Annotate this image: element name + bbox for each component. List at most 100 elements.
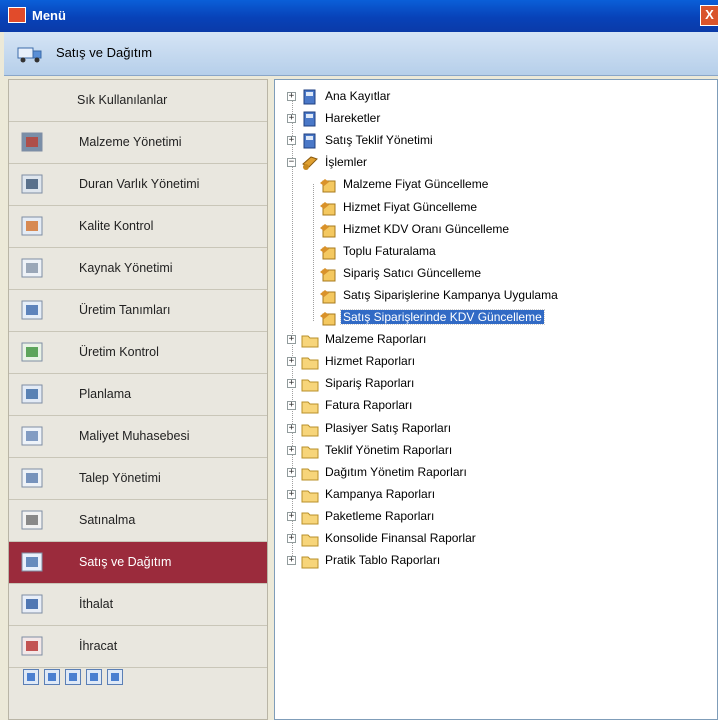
tree-node-label: Malzeme Raporları — [325, 332, 427, 347]
fixed-asset-icon — [21, 174, 43, 194]
expand-icon[interactable]: + — [287, 467, 296, 477]
truck-icon — [21, 552, 43, 572]
tree-node-label: Hizmet KDV Oranı Güncelleme — [343, 221, 510, 236]
sidebar-item[interactable]: Üretim Tanımları — [9, 290, 267, 332]
tree-node-label: Hizmet Fiyat Güncelleme — [343, 199, 478, 214]
sidebar-item-label: Malzeme Yönetimi — [79, 135, 182, 149]
sidebar-item-label: Satınalma — [79, 513, 136, 527]
sidebar-item[interactable]: Maliyet Muhasebesi — [9, 416, 267, 458]
book-icon — [301, 133, 319, 149]
process-item-icon — [319, 177, 337, 193]
quality-icon — [21, 216, 43, 236]
process-icon — [301, 155, 319, 171]
process-item-icon — [319, 266, 337, 282]
module-title: Satış ve Dağıtım — [56, 45, 153, 60]
sidebar-item[interactable]: Satınalma — [9, 500, 267, 542]
cost-accounting-icon — [21, 426, 43, 446]
folder-icon — [301, 487, 319, 503]
expand-icon[interactable]: + — [287, 423, 296, 433]
module-header: Satış ve Dağıtım — [4, 32, 718, 76]
process-item-icon — [319, 310, 337, 326]
truck-icon — [21, 552, 43, 572]
tree-node-label: Konsolide Finansal Raporlar — [325, 531, 476, 545]
folder-icon — [301, 443, 319, 459]
app-menu-icon — [8, 7, 26, 23]
expand-icon[interactable]: + — [287, 534, 296, 543]
expand-icon[interactable]: + — [287, 335, 296, 345]
sidebar-item-label: Kalite Kontrol — [79, 219, 154, 233]
process-item-icon — [319, 200, 337, 216]
quality-icon — [21, 216, 43, 236]
planning-icon — [21, 384, 43, 404]
menu-tree: + Ana Kayıtlar + Hareketler + Satış Teklif Yö… — [274, 79, 718, 720]
demand-icon — [21, 468, 43, 488]
tree-node-label: Pratik Tablo Raporları — [325, 553, 441, 568]
expand-icon[interactable]: + — [287, 114, 296, 124]
sidebar-item[interactable]: Planlama — [9, 374, 267, 416]
expand-icon[interactable]: + — [287, 401, 296, 411]
sidebar-item[interactable]: Malzeme Yönetimi — [9, 122, 267, 164]
expand-icon[interactable]: + — [287, 556, 296, 566]
tree-node-label: Satış Siparişlerine Kampanya Uygulama — [343, 287, 558, 302]
sidebar-item-label: Satış ve Dağıtım — [79, 555, 172, 569]
tree-guide-line — [313, 184, 314, 321]
process-item-icon — [319, 288, 337, 304]
truck-icon — [17, 47, 42, 63]
demand-icon — [21, 468, 43, 488]
sidebar-shortcut-icon-2[interactable] — [44, 669, 60, 685]
sidebar-shortcut-icon-4[interactable] — [86, 669, 102, 685]
sidebar-shortcut-icon-3[interactable] — [65, 669, 81, 685]
expand-icon[interactable]: + — [287, 379, 296, 389]
sidebar-item[interactable]: İhracat — [9, 626, 267, 668]
tree-node-label: Hareketler — [325, 111, 381, 126]
fixed-asset-icon — [21, 174, 43, 194]
sidebar-item[interactable]: İthalat — [9, 584, 267, 626]
folder-icon — [301, 531, 319, 547]
export-icon — [21, 636, 43, 656]
production-control-icon — [21, 342, 43, 362]
import-icon — [21, 594, 43, 614]
tree-node-label: Toplu Faturalama — [343, 243, 436, 258]
resource-icon — [21, 258, 43, 278]
expand-icon[interactable]: + — [287, 511, 296, 521]
tree-node-label: Sipariş Raporları — [325, 376, 415, 391]
expand-icon[interactable]: + — [287, 489, 296, 499]
cost-accounting-icon — [21, 426, 43, 446]
sidebar-shortcut-icon-1[interactable] — [23, 669, 39, 685]
sidebar-item[interactable]: Duran Varlık Yönetimi — [9, 164, 267, 206]
sidebar-item-label: Üretim Tanımları — [79, 303, 171, 317]
tree-node-label: Hizmet Raporları — [325, 354, 416, 369]
sidebar-item[interactable]: Kalite Kontrol — [9, 206, 267, 248]
tree-node-label: Teklif Yönetim Raporları — [325, 442, 453, 457]
expand-icon[interactable]: + — [287, 357, 296, 367]
sidebar-shortcut-icon-5[interactable] — [107, 669, 123, 685]
tree-node-label: Malzeme Fiyat Güncelleme — [343, 177, 489, 192]
sidebar-item-label: Planlama — [79, 387, 132, 401]
close-button[interactable]: X — [700, 5, 718, 26]
folder-icon — [301, 421, 319, 437]
sidebar-item[interactable]: Sık Kullanılanlar — [9, 80, 267, 122]
sidebar-item-label: İhracat — [79, 639, 118, 653]
sidebar-item[interactable]: Kaynak Yönetimi — [9, 248, 267, 290]
book-icon — [301, 89, 319, 105]
resource-icon — [21, 258, 43, 278]
expand-icon[interactable]: + — [287, 445, 296, 455]
folder-icon — [301, 376, 319, 392]
tree-node-label: Dağıtım Yönetim Raporları — [325, 464, 467, 479]
tree-node-label: Satış Siparişlerinde KDV Güncelleme — [340, 309, 545, 325]
collapse-icon[interactable]: − — [287, 158, 296, 168]
sidebar-item[interactable]: Üretim Kontrol — [9, 332, 267, 374]
sidebar-item[interactable]: Satış ve Dağıtım — [9, 542, 267, 584]
purchasing-icon — [21, 510, 43, 530]
tree-node-label: Fatura Raporları — [325, 398, 413, 413]
window-title: Menü — [32, 8, 66, 23]
sidebar-item-label: Talep Yönetimi — [79, 471, 161, 485]
module-sidebar: Sık Kullanılanlar Malzeme Yönetimi Duran V… — [8, 79, 268, 720]
purchasing-icon — [21, 510, 43, 530]
production-control-icon — [21, 342, 43, 362]
sidebar-item-label: Kaynak Yönetimi — [79, 261, 173, 275]
export-icon — [21, 636, 43, 656]
sidebar-item[interactable]: Talep Yönetimi — [9, 458, 267, 500]
expand-icon[interactable]: + — [287, 136, 296, 146]
expand-icon[interactable]: + — [287, 92, 296, 101]
